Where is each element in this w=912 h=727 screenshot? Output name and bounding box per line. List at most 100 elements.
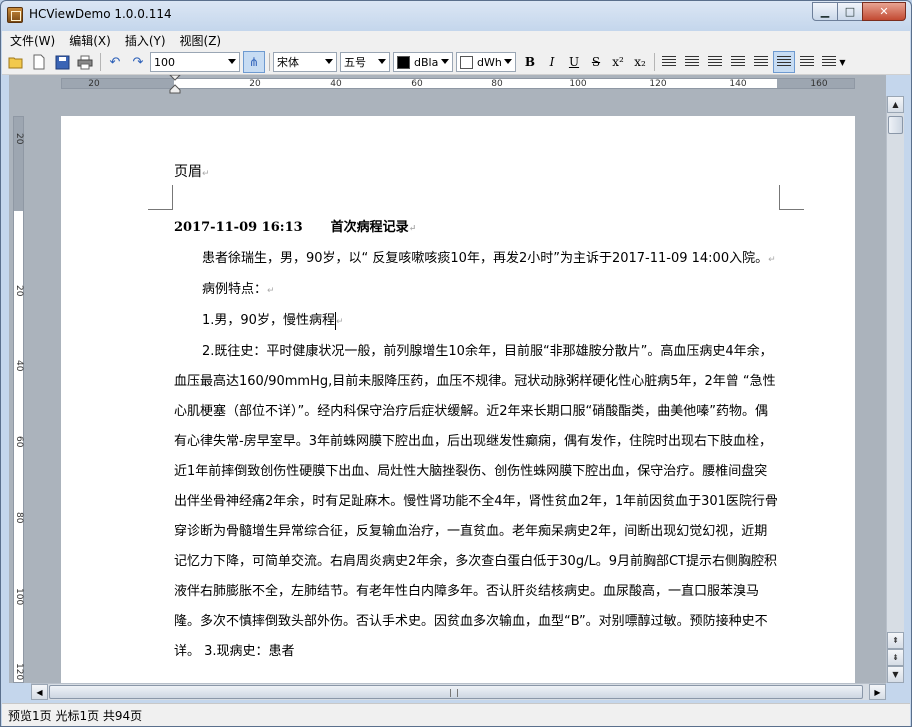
page-header-text: 页眉 <box>174 164 202 180</box>
open-folder-icon[interactable] <box>5 51 27 73</box>
next-page-icon[interactable]: ⇟ <box>887 649 904 666</box>
align-right-icon[interactable] <box>750 51 772 73</box>
status-text: 预览1页 光标1页 共94页 <box>8 708 143 723</box>
maximize-button[interactable]: □ <box>837 2 863 21</box>
font-name-value: 宋体 <box>277 56 299 69</box>
previous-page-icon[interactable]: ⇞ <box>887 632 904 649</box>
indent-decrease-glyph <box>662 56 676 68</box>
paragraph: 2.既往史：平时健康状况一般，前列腺增生10余年，目前服“非那雄胺分散片”。高血… <box>174 337 780 667</box>
subscript-button[interactable]: x₂ <box>629 51 651 73</box>
align-center-glyph <box>731 56 745 68</box>
scroll-down-icon[interactable]: ▼ <box>887 666 904 683</box>
menu-insert[interactable]: 插入(Y) <box>125 32 166 49</box>
line-spacing-glyph <box>822 56 837 68</box>
ruler-tick: 80 <box>14 512 24 524</box>
document-page[interactable]: 页眉↵ 2017-11-09 16:13 首次病程记录↵ 患者徐瑞生，男，90岁，… <box>61 116 855 683</box>
toolbar: ↶ ↷ 100 ⋔ 宋体 五号 dBla dWh B I U S x² x₂ ▼ <box>2 50 910 75</box>
text-color-select[interactable]: dBla <box>393 52 453 72</box>
ruler-tick: 20 <box>249 79 261 89</box>
ruler-tick: 120 <box>649 79 667 89</box>
ruler-tick: 60 <box>411 79 423 89</box>
paragraph-mark-icon[interactable]: ⋔ <box>243 51 265 73</box>
line-spacing-icon[interactable]: ▼ <box>819 51 849 73</box>
underline-button[interactable]: U <box>563 51 585 73</box>
horizontal-scroll-thumb[interactable] <box>49 685 863 699</box>
menu-bar: 文件(W) 编辑(X) 插入(Y) 视图(Z) <box>2 31 910 50</box>
paragraph-text: 患者徐瑞生，男，90岁，以“ 反复咳嗽咳痰10年，再发2小时”为主诉于2017-… <box>202 251 769 266</box>
window-title: HCViewDemo 1.0.0.114 <box>29 7 172 21</box>
back-color-select[interactable]: dWh <box>456 52 516 72</box>
undo-icon[interactable]: ↶ <box>104 51 126 73</box>
ruler-tick: 120 <box>14 663 24 681</box>
ruler-tick: 100 <box>569 79 587 89</box>
indent-increase-icon[interactable] <box>681 51 703 73</box>
align-right-glyph <box>754 56 768 68</box>
ruler-tick: 40 <box>14 360 24 372</box>
new-document-icon[interactable] <box>28 51 50 73</box>
align-distribute-icon[interactable] <box>796 51 818 73</box>
paragraph: 患者徐瑞生，男，90岁，以“ 反复咳嗽咳痰10年，再发2小时”为主诉于2017-… <box>174 244 780 275</box>
menu-file[interactable]: 文件(W) <box>10 32 55 49</box>
ruler-tick: 160 <box>810 79 828 89</box>
record-heading: 首次病程记录 <box>330 220 409 235</box>
zoom-select[interactable]: 100 <box>150 52 240 72</box>
paragraph-mark-icon: ↵ <box>335 317 344 327</box>
editor-area[interactable]: 20 20 40 60 80 100 120 140 160 20 20 40 … <box>9 75 886 683</box>
paragraph: 1.男，90岁，慢性病程↵ <box>174 306 780 337</box>
toolbar-separator <box>269 53 270 71</box>
ruler-top-margin <box>14 117 23 211</box>
ruler-tick: 20 <box>14 133 24 145</box>
italic-button[interactable]: I <box>541 51 563 73</box>
scroll-grip-icon <box>450 689 458 697</box>
horizontal-scrollbar[interactable]: ◀ ▶ <box>31 683 886 700</box>
record-title: 2017-11-09 16:13 首次病程记录↵ <box>174 213 780 244</box>
indent-decrease-icon[interactable] <box>658 51 680 73</box>
app-window: HCViewDemo 1.0.0.114 ▁ □ ✕ 文件(W) 编辑(X) 插… <box>0 0 912 727</box>
paragraph-text: 1.男，90岁，慢性病程 <box>202 313 335 328</box>
ruler-tick: 20 <box>88 79 100 89</box>
menu-view[interactable]: 视图(Z) <box>180 32 222 49</box>
align-left-icon[interactable] <box>704 51 726 73</box>
print-icon[interactable] <box>74 51 96 73</box>
paragraph-mark-icon: ↵ <box>202 169 210 179</box>
font-size-select[interactable]: 五号 <box>340 52 390 72</box>
vertical-scrollbar[interactable]: ▲ ⇞ ⇟ ▼ <box>886 96 904 683</box>
scroll-left-icon[interactable]: ◀ <box>31 684 48 700</box>
margin-corner-mark <box>148 185 173 210</box>
scroll-bottom-buttons: ⇞ ⇟ ▼ <box>887 632 904 683</box>
toolbar-separator <box>654 53 655 71</box>
align-justify-icon[interactable] <box>773 51 795 73</box>
indent-marker-icon[interactable] <box>169 75 181 94</box>
ruler-tick: 80 <box>491 79 503 89</box>
window-controls: ▁ □ ✕ <box>812 2 906 21</box>
page-header[interactable]: 页眉↵ <box>174 161 210 181</box>
app-icon[interactable] <box>7 7 23 23</box>
vertical-ruler[interactable]: 20 20 40 60 80 100 120 <box>13 116 24 683</box>
ruler-tick: 60 <box>14 436 24 448</box>
paragraph-text: 2.既往史：平时健康状况一般，前列腺增生10余年，目前服“非那雄胺分散片”。高血… <box>174 344 778 659</box>
align-center-icon[interactable] <box>727 51 749 73</box>
save-icon[interactable] <box>51 51 73 73</box>
indent-increase-glyph <box>685 56 699 68</box>
paragraph-mark-icon: ↵ <box>768 255 776 265</box>
close-button[interactable]: ✕ <box>862 2 906 21</box>
paragraph-mark-icon: ↵ <box>267 286 275 296</box>
zoom-value: 100 <box>154 55 175 69</box>
scroll-right-icon[interactable]: ▶ <box>869 684 886 700</box>
superscript-button[interactable]: x² <box>607 51 629 73</box>
title-bar[interactable]: HCViewDemo 1.0.0.114 ▁ □ ✕ <box>1 1 911 31</box>
ruler-tick: 40 <box>330 79 342 89</box>
toolbar-separator <box>100 53 101 71</box>
document-body[interactable]: 2017-11-09 16:13 首次病程记录↵ 患者徐瑞生，男，90岁，以“ 反… <box>174 213 780 667</box>
redo-icon[interactable]: ↷ <box>127 51 149 73</box>
minimize-button[interactable]: ▁ <box>812 2 838 21</box>
font-name-select[interactable]: 宋体 <box>273 52 337 72</box>
scroll-up-icon[interactable]: ▲ <box>887 96 904 113</box>
bold-button[interactable]: B <box>519 51 541 73</box>
chevron-down-icon: ▼ <box>839 57 846 67</box>
strikethrough-button[interactable]: S <box>585 51 607 73</box>
text-color-swatch <box>397 55 410 69</box>
menu-edit[interactable]: 编辑(X) <box>69 32 111 49</box>
back-color-swatch <box>460 55 473 69</box>
vertical-scroll-thumb[interactable] <box>888 116 903 134</box>
